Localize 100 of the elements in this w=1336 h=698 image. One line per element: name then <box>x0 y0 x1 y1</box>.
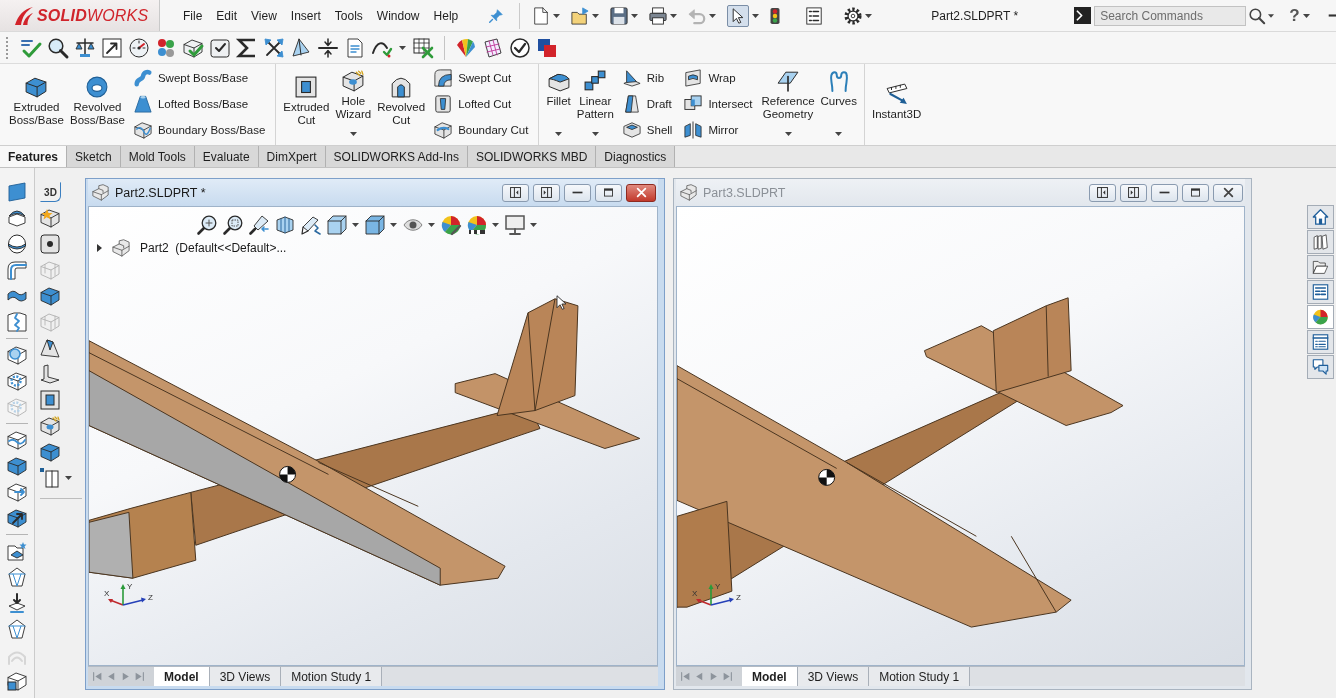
folder-star-icon[interactable] <box>7 541 27 561</box>
dotted-cube-icon[interactable] <box>7 371 27 391</box>
command-button[interactable]: Instant3D <box>869 64 925 145</box>
new-document-icon[interactable] <box>532 6 551 25</box>
list-panel-icon[interactable] <box>1307 330 1334 354</box>
squares-icon[interactable] <box>537 37 557 58</box>
caret-icon[interactable] <box>530 223 537 227</box>
close-button[interactable] <box>626 183 656 202</box>
striped-prism-icon[interactable] <box>275 215 295 235</box>
command-button[interactable]: Swept Cut <box>430 65 533 91</box>
bend-icon[interactable] <box>7 260 27 280</box>
pointer-icon[interactable] <box>727 4 750 27</box>
zoom-fit-icon[interactable] <box>197 215 217 235</box>
caret-icon[interactable] <box>390 223 397 227</box>
caret-icon[interactable] <box>65 476 72 480</box>
command-tab[interactable]: SOLIDWORKS MBD <box>467 146 597 167</box>
command-tab[interactable]: SOLIDWORKS Add-Ins <box>325 146 468 167</box>
command-button[interactable]: Lofted Boss/Base <box>129 91 270 117</box>
check-list-icon[interactable] <box>21 37 41 58</box>
home-icon[interactable] <box>1307 205 1334 229</box>
press-arrow-icon[interactable] <box>7 593 27 613</box>
caret-icon[interactable] <box>428 223 435 227</box>
crossed-arrows-icon[interactable] <box>264 37 284 58</box>
block-icon[interactable] <box>40 442 60 462</box>
chat-icon[interactable] <box>1307 355 1334 379</box>
terminal-icon[interactable] <box>1074 7 1092 24</box>
command-button[interactable]: Extruded Cut <box>280 64 333 145</box>
folder-icon[interactable] <box>571 6 590 25</box>
command-button[interactable]: Revolved Cut <box>374 64 429 145</box>
dome-block-icon[interactable] <box>7 208 27 228</box>
panel-icon[interactable] <box>7 182 27 202</box>
command-button[interactable]: Revolved Boss/Base <box>66 64 128 145</box>
command-button[interactable]: Rib <box>618 65 677 91</box>
magnifier-icon[interactable] <box>48 37 68 58</box>
sigma-icon[interactable] <box>237 37 257 58</box>
arrow-block-icon[interactable] <box>7 508 27 528</box>
graphics-area[interactable]: Part2 (Default<<Default>... X Y Z <box>88 206 658 666</box>
prism-icon[interactable] <box>291 37 311 58</box>
caret-icon[interactable] <box>592 13 600 18</box>
caret-icon[interactable] <box>865 13 873 18</box>
command-tab[interactable]: Diagnostics <box>596 146 676 167</box>
gem-icon[interactable] <box>7 619 27 639</box>
caret-icon[interactable] <box>752 13 760 18</box>
pencil-icon[interactable] <box>301 215 321 235</box>
wedge-icon[interactable] <box>40 338 60 358</box>
cut-block-icon[interactable] <box>40 390 60 410</box>
dots-icon[interactable] <box>156 37 176 58</box>
menu-item[interactable]: Help <box>426 5 466 26</box>
tile-left-button[interactable] <box>502 183 529 202</box>
circle-check-icon[interactable] <box>510 37 530 58</box>
menu-item[interactable]: File <box>176 5 210 26</box>
tile-left-button[interactable] <box>1089 183 1116 202</box>
command-button[interactable]: Mirror <box>680 117 757 143</box>
ball-pencil-icon[interactable] <box>441 215 461 235</box>
layout-icon[interactable] <box>1307 280 1334 304</box>
printer-icon[interactable] <box>649 6 668 25</box>
gem-icon[interactable] <box>7 567 27 587</box>
menu-item[interactable]: Edit <box>209 5 245 26</box>
view-tab[interactable]: Model <box>742 667 798 686</box>
menu-item[interactable]: Insert <box>283 5 328 26</box>
magnifier-arrow-icon[interactable] <box>249 215 269 235</box>
command-button[interactable]: Linear Pattern <box>573 64 617 145</box>
caret-icon[interactable] <box>1302 13 1310 18</box>
display-cube-icon[interactable] <box>365 215 385 235</box>
command-button[interactable]: Boundary Boss/Base <box>129 117 270 143</box>
zoom-area-icon[interactable] <box>223 215 243 235</box>
monitor-icon[interactable] <box>505 215 525 235</box>
block-icon[interactable] <box>40 286 60 306</box>
block-icon[interactable] <box>7 456 27 476</box>
box-check-icon[interactable] <box>210 37 230 58</box>
document-icon[interactable] <box>345 37 365 58</box>
gauge-icon[interactable] <box>129 37 149 58</box>
view-tab[interactable]: Motion Study 1 <box>281 667 383 686</box>
gear-icon[interactable] <box>844 6 863 25</box>
command-button[interactable]: Fillet <box>543 64 574 145</box>
caret-icon[interactable] <box>399 45 406 50</box>
books-icon[interactable] <box>1307 230 1334 254</box>
menu-item[interactable]: View <box>244 5 284 26</box>
mesh-icon[interactable] <box>483 37 503 58</box>
l-bracket-icon[interactable] <box>40 364 60 384</box>
fan-icon[interactable] <box>456 37 476 58</box>
command-button[interactable]: Intersect <box>680 91 757 117</box>
command-tab[interactable]: Mold Tools <box>120 146 195 167</box>
save-icon[interactable] <box>610 6 629 25</box>
command-button[interactable]: Lofted Cut <box>430 91 533 117</box>
view-cube-icon[interactable] <box>327 215 347 235</box>
command-button[interactable]: Shell <box>618 117 677 143</box>
zipper-icon[interactable] <box>7 312 27 332</box>
maximize-button[interactable] <box>1182 183 1209 202</box>
ball-stripes-icon[interactable] <box>467 215 487 235</box>
command-button[interactable]: Reference Geometry <box>758 64 818 145</box>
split-panel-icon[interactable] <box>40 468 60 488</box>
cube-hole-icon[interactable] <box>40 416 60 436</box>
pin-icon[interactable] <box>489 8 504 23</box>
command-button[interactable]: Extruded Boss/Base <box>6 64 67 145</box>
view-tab[interactable]: 3D Views <box>209 667 282 686</box>
caret-icon[interactable] <box>631 13 639 18</box>
search-field[interactable]: Search Commands <box>1094 5 1247 26</box>
command-button[interactable]: Wrap <box>680 65 757 91</box>
command-button[interactable]: Hole Wizard <box>332 64 375 145</box>
